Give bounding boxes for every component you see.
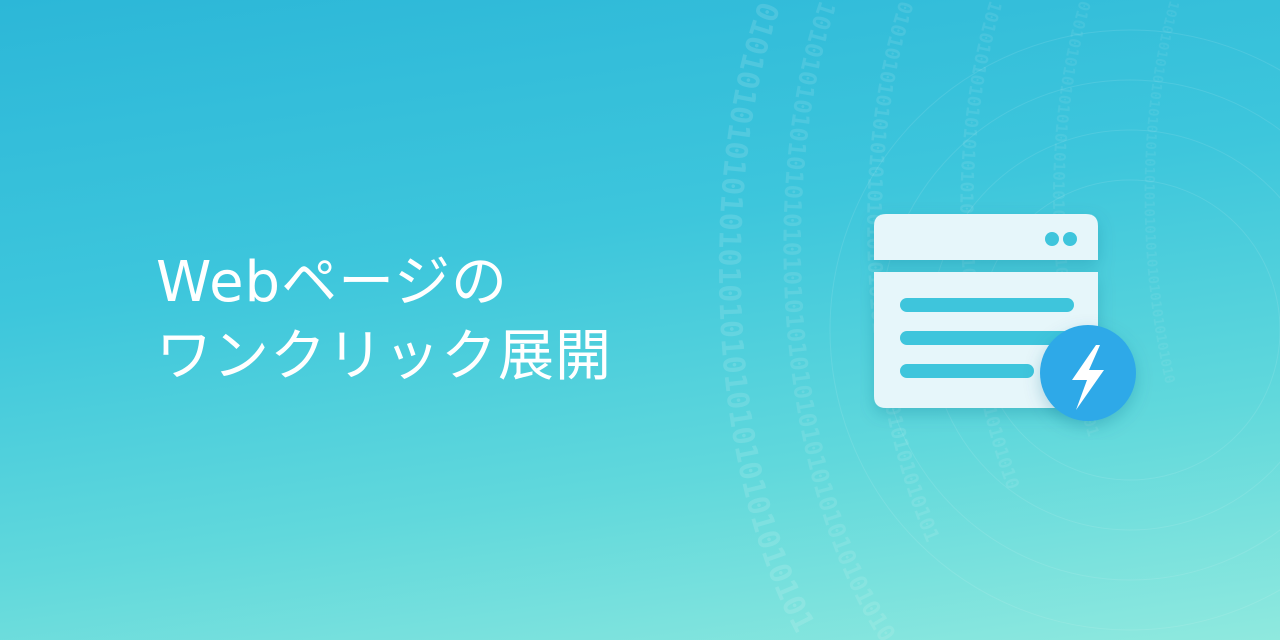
- browser-window-with-lightning-icon: [860, 200, 1160, 440]
- banner: 0101010101010101010101010101010101010101…: [0, 0, 1280, 640]
- content-line: [900, 364, 1034, 378]
- content-line: [900, 331, 1074, 345]
- window-dot-icon: [1045, 232, 1059, 246]
- headline: Webページの ワンクリック展開: [156, 246, 612, 394]
- headline-line-1: Webページの: [156, 250, 508, 315]
- headline-line-2: ワンクリック展開: [156, 324, 612, 389]
- window-dot-icon: [1063, 232, 1077, 246]
- content-line: [900, 298, 1074, 312]
